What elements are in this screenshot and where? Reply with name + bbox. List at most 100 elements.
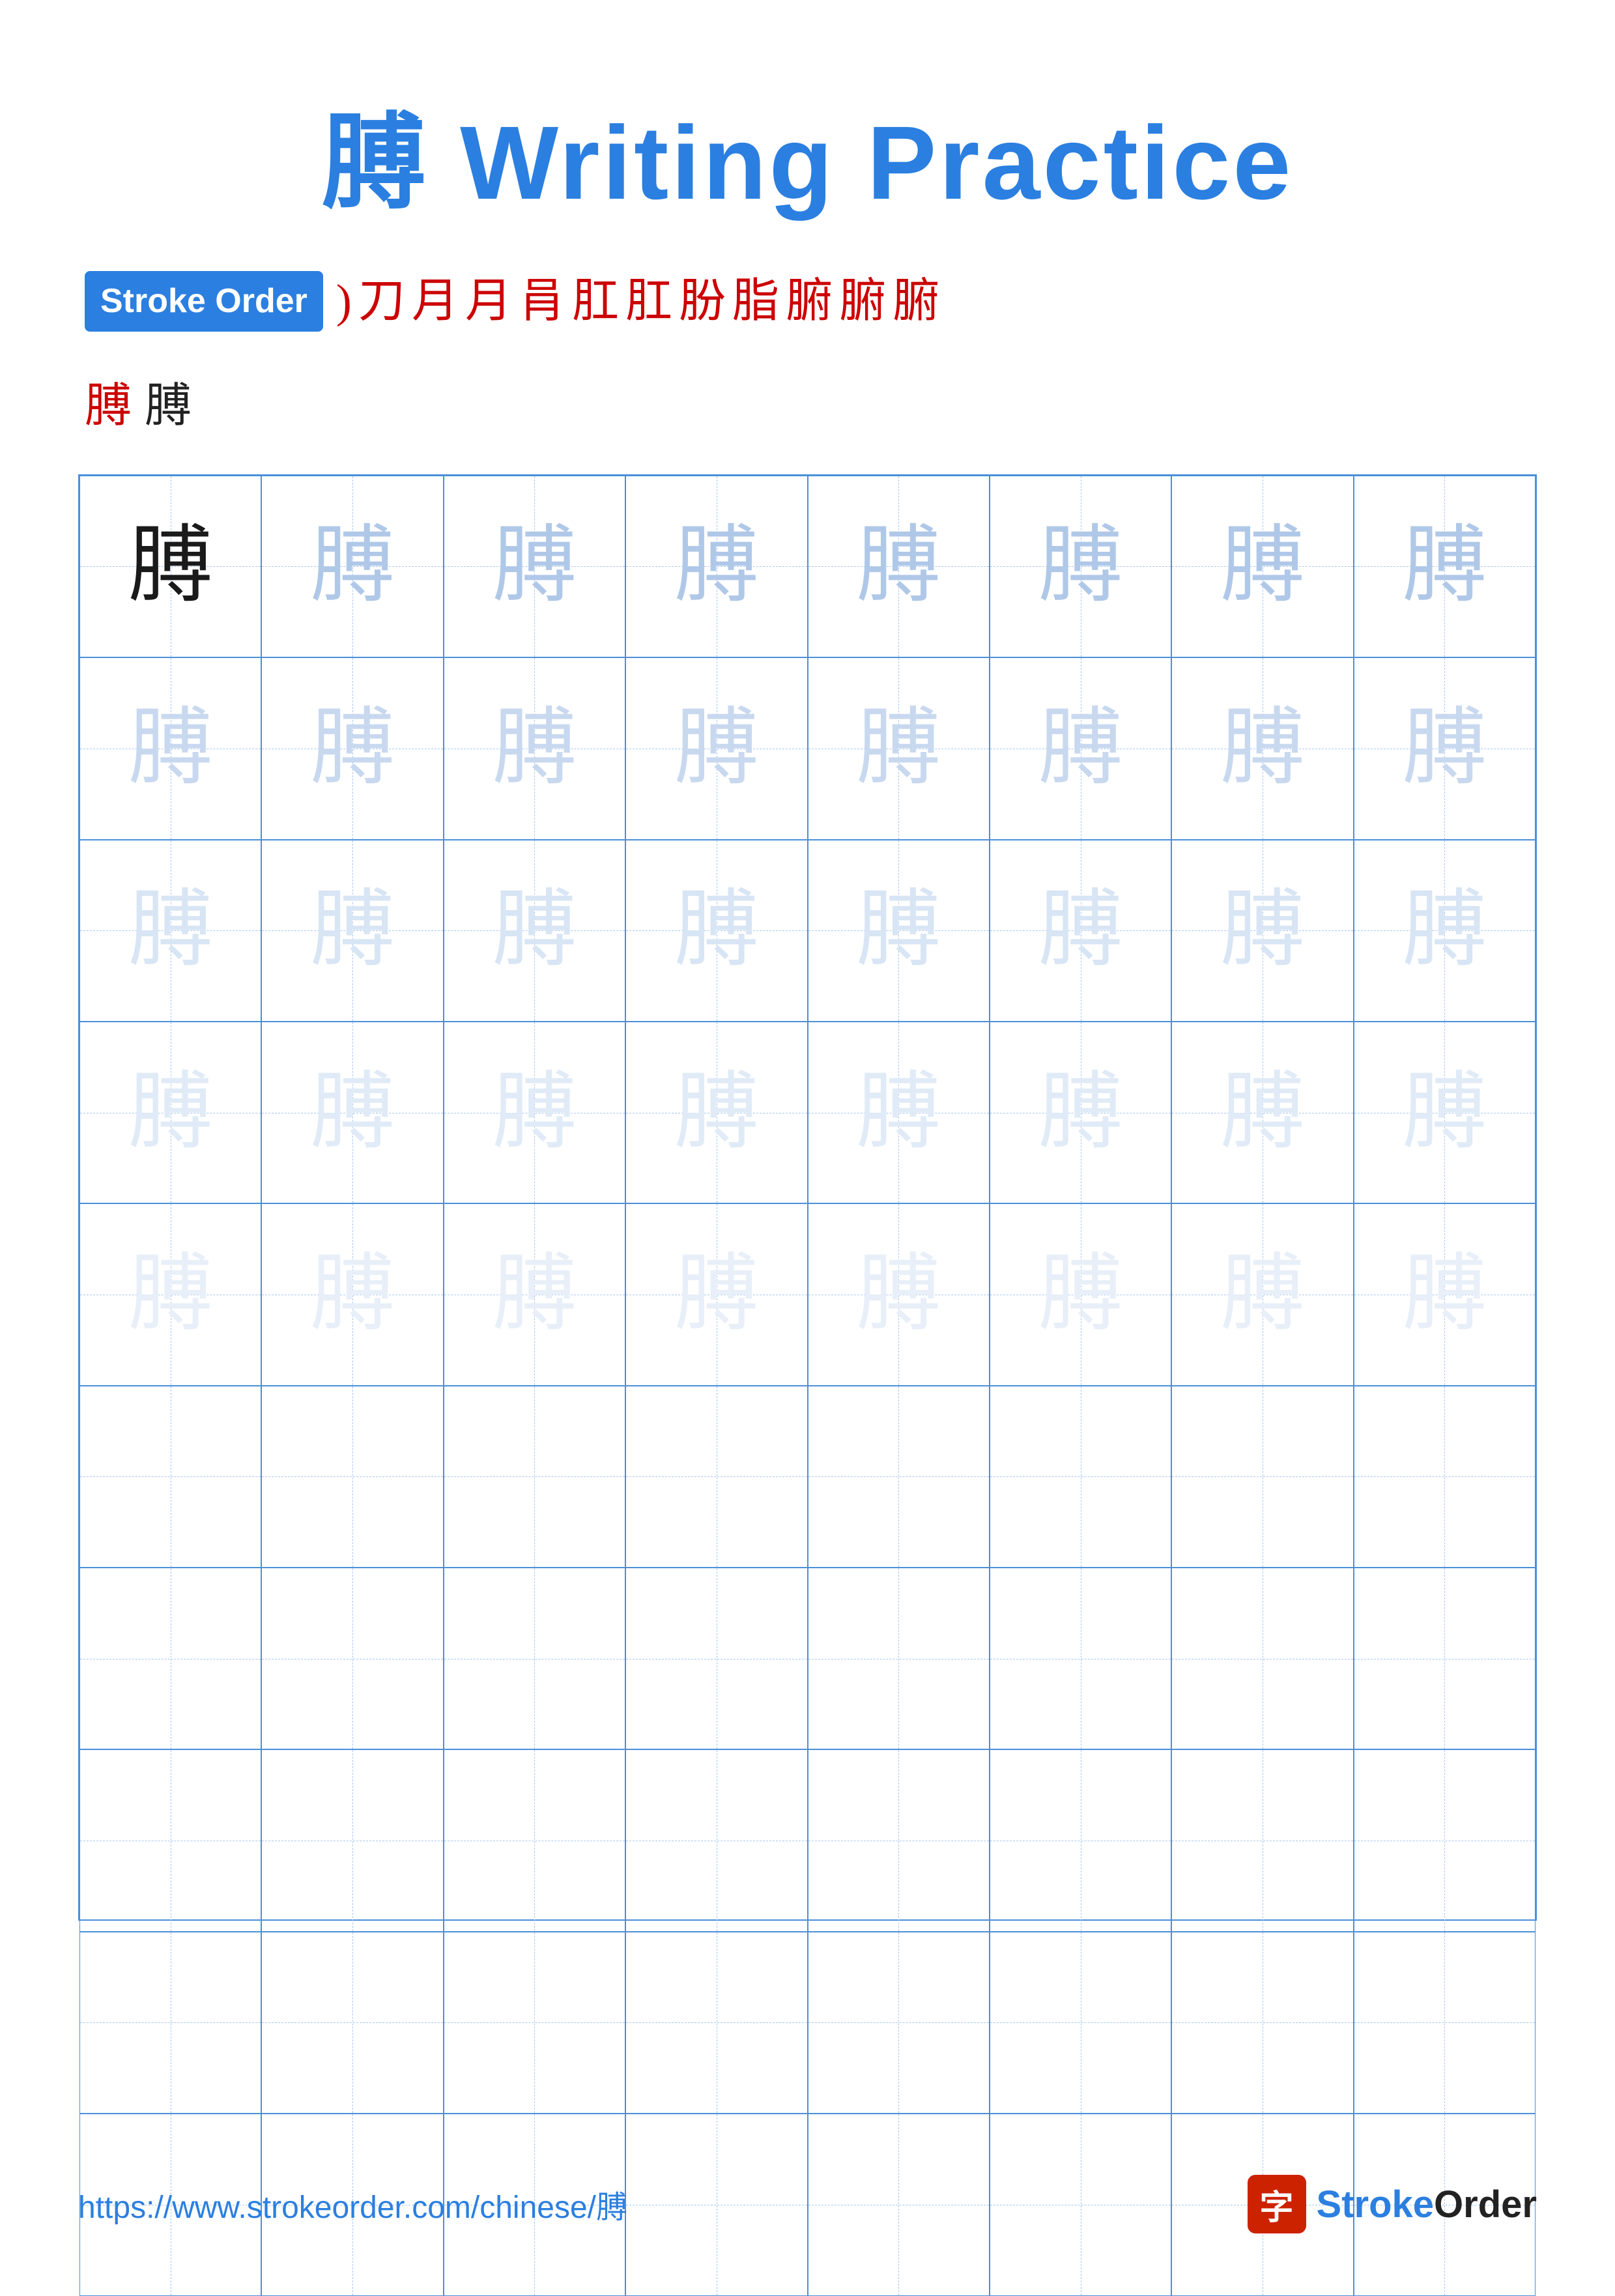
grid-cell-r8c5[interactable] <box>808 1749 990 1931</box>
grid-cell-r2c7[interactable]: 膊 <box>1171 657 1353 839</box>
char-r3c2: 膊 <box>310 888 395 973</box>
grid-cell-r9c8[interactable] <box>1354 1932 1536 2114</box>
grid-cell-r8c3[interactable] <box>444 1749 625 1931</box>
grid-cell-r6c6[interactable] <box>990 1386 1171 1568</box>
grid-cell-r2c2[interactable]: 膊 <box>261 657 443 839</box>
char-r5c8: 膊 <box>1402 1252 1487 1337</box>
grid-cell-r8c6[interactable] <box>990 1749 1171 1931</box>
grid-cell-r7c4[interactable] <box>625 1568 807 1749</box>
char-r3c7: 膊 <box>1220 888 1305 973</box>
grid-cell-r2c4[interactable]: 膊 <box>625 657 807 839</box>
grid-cell-r6c1[interactable] <box>79 1386 261 1568</box>
grid-cell-r4c8[interactable]: 膊 <box>1354 1022 1536 1203</box>
grid-cell-r5c5[interactable]: 膊 <box>808 1203 990 1385</box>
grid-cell-r4c2[interactable]: 膊 <box>261 1022 443 1203</box>
grid-cell-r4c3[interactable]: 膊 <box>444 1022 625 1203</box>
grid-cell-r7c3[interactable] <box>444 1568 625 1749</box>
char-r5c6: 膊 <box>1038 1252 1123 1337</box>
grid-cell-r6c8[interactable] <box>1354 1386 1536 1568</box>
char-r1c7: 膊 <box>1220 524 1305 609</box>
grid-cell-r3c4[interactable]: 膊 <box>625 840 807 1022</box>
char-r5c7: 膊 <box>1220 1252 1305 1337</box>
stroke-7: 肛 <box>625 268 672 334</box>
grid-cell-r1c7[interactable]: 膊 <box>1171 476 1353 657</box>
grid-cell-r3c2[interactable]: 膊 <box>261 840 443 1022</box>
char-r1c6: 膊 <box>1038 524 1123 609</box>
stroke-order-badge[interactable]: Stroke Order <box>85 271 323 332</box>
stroke-order-line2: 膊 膊 <box>78 367 1537 435</box>
grid-cell-r5c7[interactable]: 膊 <box>1171 1203 1353 1385</box>
grid-cell-r2c6[interactable]: 膊 <box>990 657 1171 839</box>
grid-cell-r7c8[interactable] <box>1354 1568 1536 1749</box>
stroke-8: 朌 <box>679 268 726 334</box>
grid-cell-r8c4[interactable] <box>625 1749 807 1931</box>
grid-cell-r1c1[interactable]: 膊 <box>79 476 261 657</box>
grid-cell-r1c3[interactable]: 膊 <box>444 476 625 657</box>
grid-cell-r6c2[interactable] <box>261 1386 443 1568</box>
grid-cell-r8c7[interactable] <box>1171 1749 1353 1931</box>
grid-cell-r1c6[interactable]: 膊 <box>990 476 1171 657</box>
grid-cell-r5c3[interactable]: 膊 <box>444 1203 625 1385</box>
grid-cell-r6c4[interactable] <box>625 1386 807 1568</box>
grid-cell-r8c1[interactable] <box>79 1749 261 1931</box>
grid-cell-r1c5[interactable]: 膊 <box>808 476 990 657</box>
logo-char: 字 <box>1260 2180 1294 2229</box>
stroke-10: 腑 <box>786 268 833 334</box>
grid-cell-r4c1[interactable]: 膊 <box>79 1022 261 1203</box>
grid-cell-r2c5[interactable]: 膊 <box>808 657 990 839</box>
grid-cell-r9c5[interactable] <box>808 1932 990 2114</box>
grid-cell-r2c3[interactable]: 膊 <box>444 657 625 839</box>
grid-cell-r9c7[interactable] <box>1171 1932 1353 2114</box>
stroke-6: 肛 <box>572 268 619 334</box>
logo-icon: 字 <box>1248 2175 1306 2233</box>
grid-cell-r3c5[interactable]: 膊 <box>808 840 990 1022</box>
grid-cell-r5c4[interactable]: 膊 <box>625 1203 807 1385</box>
grid-cell-r5c2[interactable]: 膊 <box>261 1203 443 1385</box>
grid-cell-r1c8[interactable]: 膊 <box>1354 476 1536 657</box>
grid-cell-r2c1[interactable]: 膊 <box>79 657 261 839</box>
stroke-2: 刀 <box>358 268 405 334</box>
grid-cell-r3c1[interactable]: 膊 <box>79 840 261 1022</box>
grid-cell-r2c8[interactable]: 膊 <box>1354 657 1536 839</box>
grid-cell-r4c6[interactable]: 膊 <box>990 1022 1171 1203</box>
grid-cell-r9c4[interactable] <box>625 1932 807 2114</box>
char-r1c4: 膊 <box>674 524 759 609</box>
char-r1c1: 膊 <box>128 524 213 609</box>
grid-cell-r3c7[interactable]: 膊 <box>1171 840 1353 1022</box>
stroke-9: 脂 <box>732 268 779 334</box>
char-r2c3: 膊 <box>492 706 577 791</box>
grid-cell-r7c7[interactable] <box>1171 1568 1353 1749</box>
grid-cell-r5c8[interactable]: 膊 <box>1354 1203 1536 1385</box>
stroke-14: 膊 <box>145 367 192 435</box>
grid-cell-r3c8[interactable]: 膊 <box>1354 840 1536 1022</box>
grid-cell-r7c1[interactable] <box>79 1568 261 1749</box>
grid-cell-r8c2[interactable] <box>261 1749 443 1931</box>
grid-cell-r9c2[interactable] <box>261 1932 443 2114</box>
grid-cell-r5c6[interactable]: 膊 <box>990 1203 1171 1385</box>
grid-cell-r7c5[interactable] <box>808 1568 990 1749</box>
grid-cell-r3c6[interactable]: 膊 <box>990 840 1171 1022</box>
char-r3c4: 膊 <box>674 888 759 973</box>
grid-cell-r4c7[interactable]: 膊 <box>1171 1022 1353 1203</box>
grid-cell-r9c3[interactable] <box>444 1932 625 2114</box>
grid-cell-r6c3[interactable] <box>444 1386 625 1568</box>
grid-cell-r6c5[interactable] <box>808 1386 990 1568</box>
grid-cell-r7c2[interactable] <box>261 1568 443 1749</box>
char-r1c8: 膊 <box>1402 524 1487 609</box>
grid-cell-r8c8[interactable] <box>1354 1749 1536 1931</box>
grid-cell-r1c4[interactable]: 膊 <box>625 476 807 657</box>
grid-cell-r5c1[interactable]: 膊 <box>79 1203 261 1385</box>
grid-cell-r9c1[interactable] <box>79 1932 261 2114</box>
grid-cell-r9c6[interactable] <box>990 1932 1171 2114</box>
grid-cell-r4c4[interactable]: 膊 <box>625 1022 807 1203</box>
grid-cell-r1c2[interactable]: 膊 <box>261 476 443 657</box>
grid-cell-r7c6[interactable] <box>990 1568 1171 1749</box>
grid-cell-r4c5[interactable]: 膊 <box>808 1022 990 1203</box>
grid-cell-r3c3[interactable]: 膊 <box>444 840 625 1022</box>
char-r4c3: 膊 <box>492 1070 577 1155</box>
footer-logo: 字 StrokeOrder <box>1248 2175 1537 2233</box>
grid-cell-r6c7[interactable] <box>1171 1386 1353 1568</box>
char-r1c5: 膊 <box>856 524 941 609</box>
footer-url[interactable]: https://www.strokeorder.com/chinese/膊 <box>78 2181 627 2227</box>
char-r2c5: 膊 <box>856 706 941 791</box>
